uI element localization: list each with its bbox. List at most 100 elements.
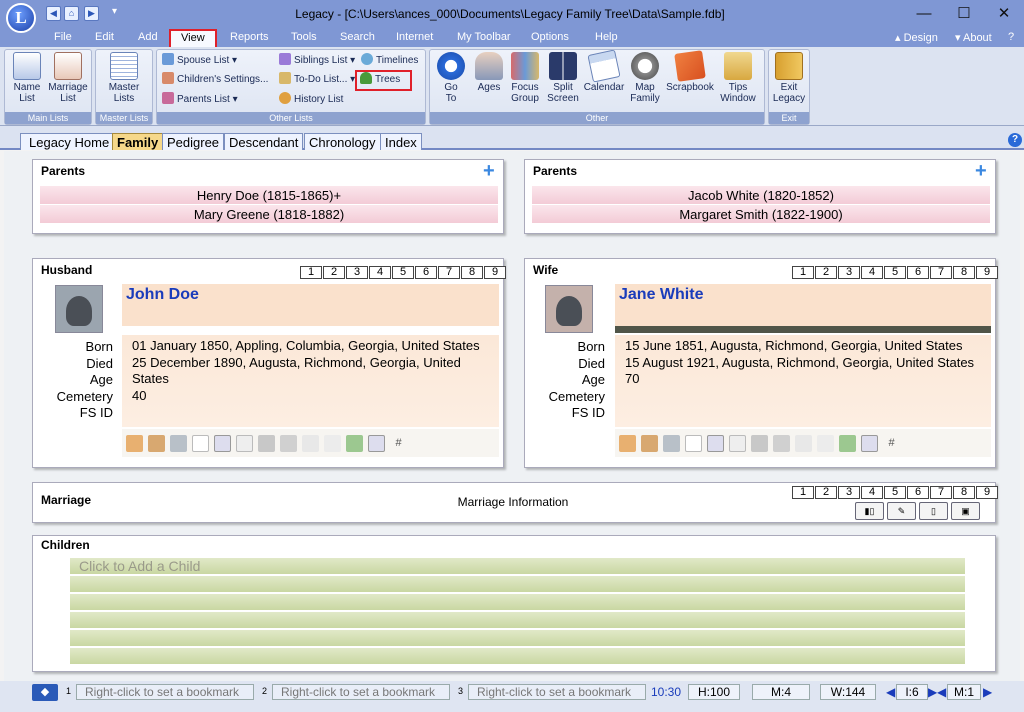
scrapbook-button[interactable]: Scrapbook bbox=[664, 50, 716, 93]
tab-index[interactable]: Index bbox=[380, 133, 422, 150]
status-m[interactable]: M:4 bbox=[752, 684, 810, 700]
todo-list-button[interactable]: To-Do List... ▾ bbox=[279, 72, 355, 88]
bookmark-book-icon[interactable]: ◆ bbox=[32, 684, 58, 701]
help-circle-icon[interactable]: ? bbox=[1008, 133, 1022, 147]
add-child-row[interactable]: Click to Add a Child bbox=[70, 558, 965, 574]
menu-help[interactable]: Help bbox=[588, 30, 625, 44]
next-arrow-icon[interactable]: ▶ bbox=[928, 685, 937, 699]
add-parents-icon[interactable]: + bbox=[483, 161, 495, 181]
address-icon[interactable] bbox=[302, 434, 319, 452]
parents-list-button[interactable]: Parents List ▾ bbox=[162, 92, 238, 108]
menu-internet[interactable]: Internet bbox=[389, 30, 440, 44]
menu-edit[interactable]: Edit bbox=[88, 30, 121, 44]
home-icon[interactable]: ⌂ bbox=[64, 6, 79, 21]
family-icon[interactable] bbox=[148, 434, 165, 452]
notes-icon[interactable] bbox=[685, 434, 702, 452]
child-row[interactable] bbox=[70, 630, 965, 646]
marriage-event-numbers[interactable]: 123456789 bbox=[791, 486, 998, 499]
couple-icon[interactable] bbox=[663, 434, 680, 452]
child-row[interactable] bbox=[70, 648, 965, 664]
hash-icon[interactable]: # bbox=[883, 435, 900, 452]
status-m1[interactable]: M:1 bbox=[947, 684, 981, 700]
next-arrow-icon[interactable]: ▶ bbox=[983, 685, 992, 699]
spouse-list-button[interactable]: Spouse List ▾ bbox=[162, 53, 237, 69]
wife-mother[interactable]: Margaret Smith (1822-1900) bbox=[532, 205, 990, 224]
tips-window-button[interactable]: Tips Window bbox=[718, 52, 758, 104]
menu-options[interactable]: Options bbox=[524, 30, 576, 44]
tags-icon[interactable] bbox=[280, 434, 297, 452]
husband-mother[interactable]: Mary Greene (1818-1882) bbox=[40, 205, 498, 224]
source-icon[interactable] bbox=[729, 434, 746, 452]
help-icon[interactable]: ? bbox=[1008, 31, 1014, 43]
scroll-icon[interactable] bbox=[817, 434, 834, 452]
master-lists-button[interactable]: Master Lists bbox=[100, 52, 148, 104]
menu-my-toolbar[interactable]: My Toolbar bbox=[450, 30, 518, 44]
hash-icon[interactable]: # bbox=[390, 435, 407, 452]
source-icon[interactable] bbox=[236, 434, 253, 452]
back-icon[interactable]: ◀ bbox=[46, 6, 61, 21]
goto-button[interactable]: Go To bbox=[435, 52, 467, 104]
menu-file[interactable]: File bbox=[47, 30, 79, 44]
focus-group-button[interactable]: Focus Group bbox=[508, 52, 542, 104]
status-w[interactable]: W:144 bbox=[820, 684, 876, 700]
name-list-button[interactable]: Name List bbox=[8, 52, 46, 104]
menu-search[interactable]: Search bbox=[333, 30, 382, 44]
child-row[interactable] bbox=[70, 594, 965, 610]
bookmark-1[interactable]: Right-click to set a bookmark bbox=[76, 684, 254, 700]
calendar-button[interactable]: Calendar bbox=[582, 49, 626, 93]
address-icon[interactable] bbox=[795, 434, 812, 452]
couple-icon[interactable] bbox=[170, 434, 187, 452]
ages-button[interactable]: Ages bbox=[474, 52, 504, 93]
menu-view[interactable]: View bbox=[169, 29, 217, 50]
close-button[interactable]: ✕ bbox=[984, 3, 1024, 25]
marriage-page-button[interactable]: ▯ bbox=[919, 502, 948, 520]
scroll-icon[interactable] bbox=[324, 434, 341, 452]
family-icon[interactable] bbox=[641, 434, 658, 452]
husband-father[interactable]: Henry Doe (1815-1865)+ bbox=[40, 186, 498, 205]
marriage-picture-button[interactable]: ▣ bbox=[951, 502, 980, 520]
bookmark-2[interactable]: Right-click to set a bookmark bbox=[272, 684, 450, 700]
history-list-button[interactable]: History List bbox=[279, 92, 343, 108]
book-icon[interactable] bbox=[751, 434, 768, 452]
wife-name[interactable]: Jane White bbox=[615, 284, 991, 326]
husband-name[interactable]: John Doe bbox=[122, 284, 499, 326]
trees-button[interactable]: Trees bbox=[360, 72, 400, 88]
menu-reports[interactable]: Reports bbox=[223, 30, 276, 44]
person-icon[interactable] bbox=[839, 434, 856, 452]
timelines-button[interactable]: Timelines bbox=[361, 53, 418, 69]
picture-icon[interactable] bbox=[707, 434, 724, 452]
exit-legacy-button[interactable]: Exit Legacy bbox=[770, 52, 808, 104]
children-list[interactable]: Click to Add a Child bbox=[70, 558, 965, 666]
wife-events[interactable]: 15 June 1851, Augusta, Richmond, Georgia… bbox=[615, 335, 991, 427]
wife-event-numbers[interactable]: 123456789 bbox=[791, 266, 998, 279]
individual-icon[interactable] bbox=[126, 434, 143, 452]
bookmark-3[interactable]: Right-click to set a bookmark bbox=[468, 684, 646, 700]
tab-pedigree[interactable]: Pedigree bbox=[162, 133, 225, 150]
tab-chronology[interactable]: Chronology bbox=[304, 133, 381, 150]
marriage-list-button[interactable]: Marriage List bbox=[48, 52, 88, 104]
siblings-list-button[interactable]: Siblings List ▾ bbox=[279, 53, 355, 69]
picture-icon[interactable] bbox=[214, 434, 231, 452]
book-open-icon[interactable] bbox=[861, 434, 878, 452]
marriage-source-button[interactable]: ▮▯ bbox=[855, 502, 884, 520]
book-icon[interactable] bbox=[258, 434, 275, 452]
menu-add[interactable]: Add bbox=[131, 30, 165, 44]
map-family-button[interactable]: Map Family bbox=[628, 52, 662, 104]
notes-icon[interactable] bbox=[192, 434, 209, 452]
marriage-notes-button[interactable]: ✎ bbox=[887, 502, 916, 520]
menu-tools[interactable]: Tools bbox=[284, 30, 324, 44]
status-i[interactable]: I:6 bbox=[896, 684, 928, 700]
status-h[interactable]: H:100 bbox=[688, 684, 740, 700]
person-icon[interactable] bbox=[346, 434, 363, 452]
husband-photo[interactable] bbox=[55, 285, 103, 333]
husband-events[interactable]: 01 January 1850, Appling, Columbia, Geor… bbox=[122, 335, 499, 427]
quick-access-dropdown-icon[interactable]: ▾ bbox=[112, 6, 117, 17]
husband-event-numbers[interactable]: 123456789 bbox=[299, 266, 506, 279]
child-row[interactable] bbox=[70, 576, 965, 592]
tags-icon[interactable] bbox=[773, 434, 790, 452]
minimize-button[interactable]: — bbox=[904, 3, 944, 25]
add-parents-icon[interactable]: + bbox=[975, 161, 987, 181]
childrens-settings-button[interactable]: Children's Settings... bbox=[162, 72, 268, 88]
tab-descendant[interactable]: Descendant bbox=[224, 133, 304, 150]
individual-icon[interactable] bbox=[619, 434, 636, 452]
